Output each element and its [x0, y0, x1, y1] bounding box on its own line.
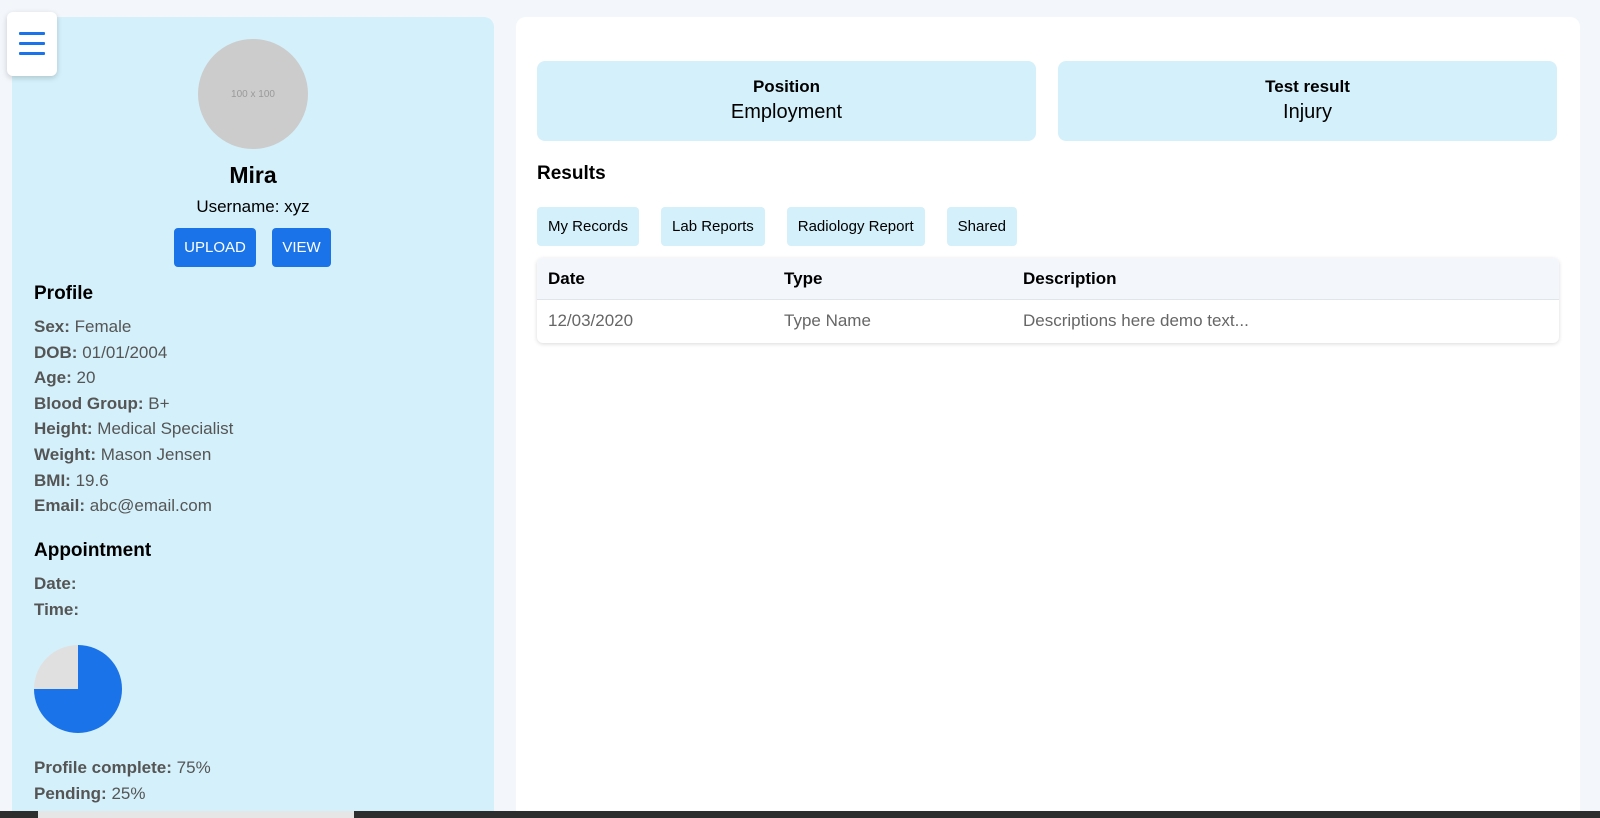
field-label: Sex: — [34, 317, 70, 336]
field-label: Blood Group: — [34, 393, 144, 413]
profile-field-age: Age: 20 — [34, 365, 233, 391]
avatar-placeholder-text: 100 x 100 — [231, 88, 275, 100]
card-value: Employment — [730, 101, 843, 123]
tab-shared[interactable]: Shared — [946, 207, 1018, 246]
field-label: Pending: — [34, 783, 107, 803]
user-name: Mira — [229, 162, 277, 188]
field-label: DOB: — [34, 342, 78, 362]
position-card: Position Employment — [537, 61, 1036, 141]
profile-field-sex: Sex: Female — [34, 314, 233, 340]
field-label: Email: — [34, 496, 86, 516]
upload-button[interactable]: UPLOAD — [174, 228, 256, 267]
field-value: Female — [74, 317, 132, 336]
card-label: Position — [752, 77, 821, 96]
profile-field-blood-group: Blood Group: B+ — [34, 391, 233, 417]
profile-actions: UPLOAD VIEW — [174, 228, 331, 267]
profile-field-height: Height: Medical Specialist — [34, 416, 233, 442]
appointment-field-date: Date: — [34, 571, 79, 597]
table-row[interactable]: 12/03/2020 Type Name Descriptions here d… — [537, 300, 1559, 342]
profile-completion-pie-chart — [34, 645, 122, 733]
card-label: Test result — [1265, 77, 1350, 96]
taskbar-strip — [0, 811, 1600, 818]
field-value: Mason Jensen — [100, 444, 212, 464]
field-label: BMI: — [34, 470, 71, 490]
results-title: Results — [537, 163, 606, 184]
table-header: Date Type Description — [537, 258, 1559, 300]
field-value: 20 — [76, 368, 96, 388]
cell-description: Descriptions here demo text... — [1023, 311, 1249, 330]
profile-field-bmi: BMI: 19.6 — [34, 468, 233, 494]
pending-stat: Pending: 25% — [34, 781, 211, 807]
username: Username: xyz — [196, 197, 310, 216]
field-value: 01/01/2004 — [82, 342, 168, 362]
profile-sidebar: 100 x 100 Mira Username: xyz UPLOAD VIEW… — [12, 17, 494, 818]
appointment-fields: Date: Time: — [34, 571, 79, 622]
field-value: 75% — [176, 758, 211, 777]
field-label: Age: — [34, 368, 72, 388]
field-value: abc@email.com — [89, 496, 212, 516]
tab-lab-reports[interactable]: Lab Reports — [661, 207, 765, 246]
test-result-card: Test result Injury — [1058, 61, 1557, 141]
view-button[interactable]: VIEW — [272, 228, 331, 267]
field-value: 25% — [111, 783, 146, 803]
tab-radiology-report[interactable]: Radiology Report — [786, 207, 925, 246]
field-label: Weight: — [34, 444, 97, 464]
taskbar-segment — [38, 811, 354, 818]
appointment-section-title: Appointment — [34, 540, 152, 561]
column-header-date: Date — [548, 268, 585, 288]
profile-field-weight: Weight: Mason Jensen — [34, 442, 233, 468]
avatar: 100 x 100 — [198, 39, 308, 149]
card-value: Injury — [1283, 101, 1332, 123]
column-header-type: Type — [784, 268, 823, 288]
field-value: 19.6 — [75, 470, 109, 490]
profile-complete-stat: Profile complete: 75% — [34, 755, 211, 781]
main-panel: Position Employment Test result Injury R… — [516, 17, 1580, 818]
tab-my-records[interactable]: My Records — [537, 207, 640, 246]
results-tabs: My Records Lab Reports Radiology Report … — [537, 207, 1018, 246]
field-value: Medical Specialist — [97, 419, 234, 439]
results-table: Date Type Description 12/03/2020 Type Na… — [537, 258, 1559, 343]
profile-section-title: Profile — [34, 283, 94, 304]
menu-toggle-button[interactable] — [7, 12, 57, 76]
field-label: Time: — [34, 599, 80, 619]
appointment-field-time: Time: — [34, 597, 79, 623]
cell-date: 12/03/2020 — [548, 311, 634, 330]
field-label: Date: — [34, 574, 77, 593]
column-header-description: Description — [1023, 268, 1117, 288]
profile-field-email: Email: abc@email.com — [34, 493, 233, 519]
completion-fields: Profile complete: 75% Pending: 25% — [34, 755, 211, 806]
profile-fields: Sex: Female DOB: 01/01/2004 Age: 20 Bloo… — [34, 314, 233, 519]
field-value: B+ — [148, 393, 170, 413]
cell-type: Type Name — [784, 311, 871, 330]
profile-field-dob: DOB: 01/01/2004 — [34, 340, 233, 366]
field-label: Profile complete: — [34, 758, 172, 777]
hamburger-menu-icon — [19, 32, 45, 56]
field-label: Height: — [34, 419, 93, 439]
